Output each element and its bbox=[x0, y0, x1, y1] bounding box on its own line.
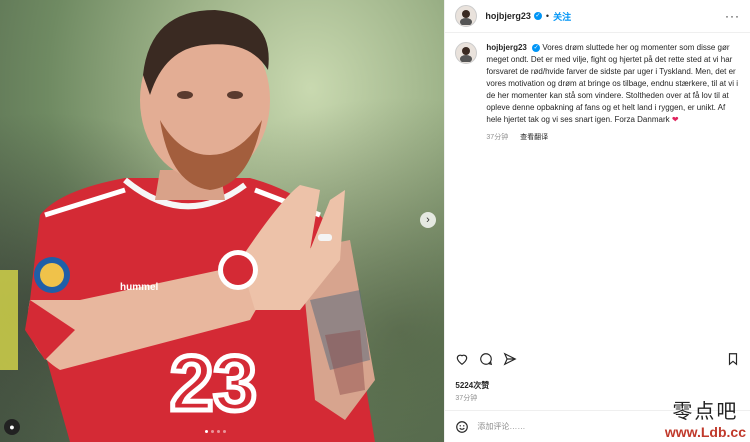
jersey-brand: hummel bbox=[120, 282, 159, 293]
like-count[interactable]: 5224次赞 bbox=[455, 380, 489, 391]
translate-button[interactable]: 查看翻译 bbox=[520, 134, 548, 141]
instagram-post-view: 23 hummel › ● hojbjerg23 ✓ • 关注 ··· hojb… bbox=[0, 0, 750, 442]
post-time: 37分钟 bbox=[455, 395, 478, 402]
like-icon[interactable] bbox=[455, 352, 469, 366]
share-icon[interactable] bbox=[503, 352, 517, 366]
action-bar bbox=[455, 352, 740, 366]
carousel-dots bbox=[205, 430, 226, 433]
verified-icon: ✓ bbox=[533, 12, 542, 20]
chevron-right-icon: › bbox=[426, 214, 430, 226]
player-illustration: 23 hummel bbox=[25, 10, 375, 442]
next-photo-button[interactable]: › bbox=[420, 212, 436, 228]
emoji-icon[interactable] bbox=[455, 420, 469, 434]
username-link[interactable]: hojbjerg23 bbox=[485, 11, 531, 21]
caption-block: hojbjerg23 ✓ Vores drøm sluttede her og … bbox=[455, 42, 740, 144]
site-watermark: 零点吧 www.Ldb.cc bbox=[665, 395, 746, 440]
carousel-dot bbox=[211, 430, 214, 433]
comment-icon[interactable] bbox=[479, 352, 493, 366]
jersey-number: 23 bbox=[170, 339, 257, 427]
tagged-user-button[interactable]: ● bbox=[4, 419, 20, 435]
watermark-chinese: 零点吧 bbox=[672, 399, 739, 423]
bookmark-icon[interactable] bbox=[726, 352, 740, 366]
carousel-dot bbox=[223, 430, 226, 433]
follow-button[interactable]: 关注 bbox=[553, 10, 571, 23]
separator-dot: • bbox=[545, 11, 550, 21]
avatar-image bbox=[460, 10, 473, 25]
carousel-dot bbox=[205, 430, 208, 433]
caption-username[interactable]: hojbjerg23 bbox=[486, 43, 526, 52]
post-header: hojbjerg23 ✓ • 关注 ··· bbox=[445, 0, 750, 33]
more-options-icon[interactable]: ··· bbox=[725, 9, 740, 23]
verified-icon: ✓ bbox=[532, 43, 541, 52]
caption-text: Vores drøm sluttede her og momenter som … bbox=[486, 43, 739, 124]
user-icon: ● bbox=[9, 422, 15, 432]
avatar-image bbox=[460, 47, 473, 62]
avatar[interactable] bbox=[455, 42, 478, 64]
post-photo[interactable]: 23 hummel › ● bbox=[0, 0, 445, 442]
watermark-url: www.Ldb.cc bbox=[664, 424, 746, 440]
carousel-dot bbox=[217, 430, 220, 433]
comment-input[interactable]: 添加评论…… bbox=[477, 421, 525, 432]
post-sidebar: hojbjerg23 ✓ • 关注 ··· hojbjerg23 ✓ Vores… bbox=[444, 0, 750, 442]
avatar[interactable] bbox=[455, 5, 478, 27]
caption-time: 37分钟 bbox=[486, 134, 509, 141]
caption-meta: 37分钟 查看翻译 bbox=[486, 132, 740, 144]
heart-emoji: ❤ bbox=[671, 115, 679, 124]
